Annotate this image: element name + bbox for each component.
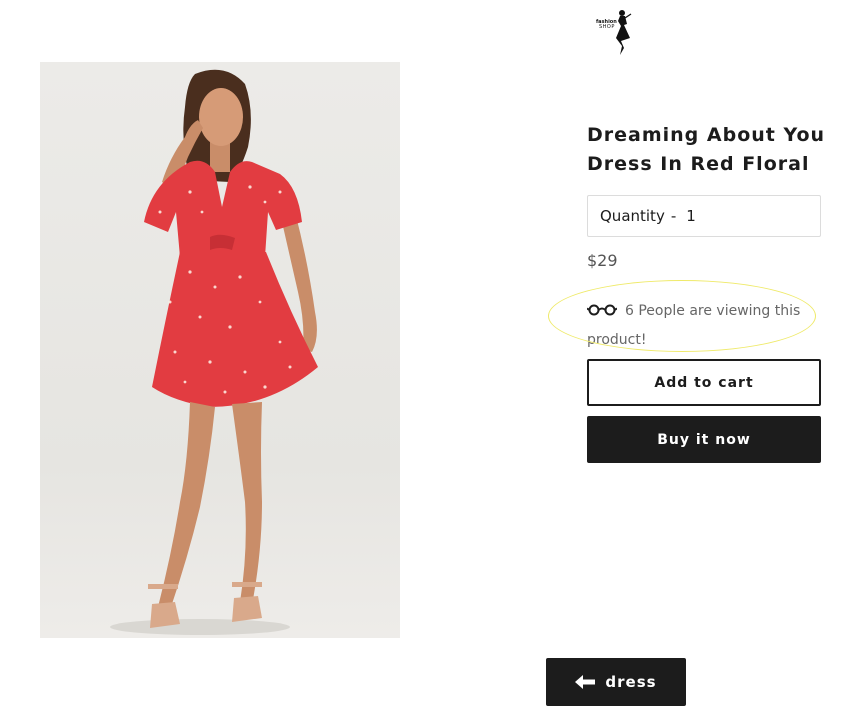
- quantity-separator: -: [670, 207, 677, 225]
- shop-logo[interactable]: fashion SHOP: [596, 8, 636, 56]
- add-to-cart-button[interactable]: Add to cart: [587, 359, 821, 406]
- product-image[interactable]: [40, 62, 400, 638]
- dress-silhouette-logo-icon: [616, 10, 632, 55]
- viewers-notice: 6 People are viewing this product!: [587, 297, 817, 355]
- quantity-label: Quantity: [600, 207, 665, 225]
- quantity-input[interactable]: [686, 207, 767, 225]
- product-title: Dreaming About You Dress In Red Floral: [587, 124, 826, 175]
- quantity-selector[interactable]: Quantity -: [587, 195, 821, 237]
- product-price: $29: [587, 251, 618, 270]
- viewers-text: 6 People are viewing this product!: [587, 303, 801, 348]
- arrow-left-icon: [575, 675, 596, 689]
- product-photo: [110, 69, 318, 635]
- buy-it-now-button[interactable]: Buy it now: [587, 416, 821, 463]
- product-page: fashion SHOP Dreaming About You Dress In…: [0, 0, 864, 712]
- back-to-collection-button[interactable]: dress: [546, 658, 686, 706]
- glasses-icon: [587, 304, 617, 315]
- back-button-label: dress: [605, 673, 657, 691]
